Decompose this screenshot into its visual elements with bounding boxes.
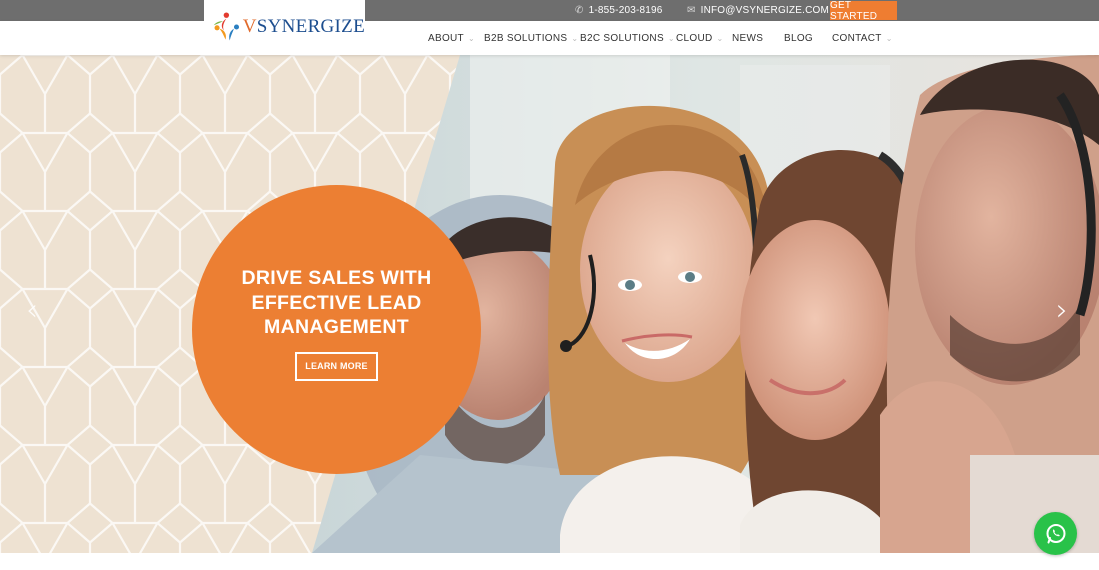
nav-about-label[interactable]: ABOUT — [428, 33, 464, 44]
nav-cloud-label[interactable]: CLOUD — [676, 33, 713, 44]
hero-slider: ‹ › DRIVE SALES WITH EFFECTIVE LEAD MANA… — [0, 55, 1099, 553]
learn-more-button[interactable]: LEARN MORE — [295, 351, 378, 381]
brand-name-text: SYNERGIZE — [256, 16, 365, 37]
email-contact[interactable]: ✉ INFO@VSYNERGIZE.COM — [687, 0, 829, 21]
nav-b2c-solutions[interactable]: B2C SOLUTIONS ⌄ — [580, 21, 675, 55]
hero-callout-circle: DRIVE SALES WITH EFFECTIVE LEAD MANAGEME… — [192, 185, 481, 474]
brand-prefix: V — [242, 16, 257, 37]
nav-b2b-label[interactable]: B2B SOLUTIONS — [484, 33, 567, 44]
nav-cloud[interactable]: CLOUD ⌄ — [676, 21, 724, 55]
people-swirl-logo-icon — [213, 12, 240, 41]
get-started-button[interactable]: GET STARTED — [830, 0, 897, 22]
brand-logo[interactable]: VSYNERGIZE — [204, 0, 365, 54]
nav-blog[interactable]: BLOG — [784, 21, 813, 55]
chevron-down-icon: ⌄ — [716, 33, 724, 43]
chevron-down-icon: ⌄ — [571, 33, 579, 43]
nav-b2c-label[interactable]: B2C SOLUTIONS — [580, 33, 664, 44]
whatsapp-icon — [1046, 523, 1065, 543]
chevron-left-icon[interactable]: ‹ — [26, 293, 38, 328]
main-navigation: ABOUT ⌄ B2B SOLUTIONS ⌄ B2C SOLUTIONS ⌄ CLO… — [0, 21, 1099, 55]
nav-b2b-solutions[interactable]: B2B SOLUTIONS ⌄ — [484, 21, 578, 55]
nav-contact-label[interactable]: CONTACT — [832, 33, 882, 44]
hero-background-image — [0, 55, 1099, 553]
chevron-right-icon[interactable]: › — [1056, 293, 1068, 328]
phone-number[interactable]: 1-855-203-8196 — [589, 5, 663, 16]
chevron-down-icon: ⌄ — [885, 33, 893, 43]
nav-news-label[interactable]: NEWS — [732, 33, 763, 44]
top-utility-bar: ✆ 1-855-203-8196 ✉ INFO@VSYNERGIZE.COM G… — [0, 0, 1099, 22]
nav-news[interactable]: NEWS — [732, 21, 763, 55]
email-address[interactable]: INFO@VSYNERGIZE.COM — [701, 5, 829, 16]
chevron-down-icon: ⌄ — [667, 33, 675, 43]
phone-icon: ✆ — [575, 5, 584, 16]
chevron-down-icon: ⌄ — [467, 33, 475, 43]
nav-blog-label[interactable]: BLOG — [784, 33, 813, 44]
nav-contact[interactable]: CONTACT ⌄ — [832, 21, 893, 55]
whatsapp-chat-button[interactable] — [1034, 512, 1077, 555]
nav-about[interactable]: ABOUT ⌄ — [428, 21, 475, 55]
mail-icon: ✉ — [687, 5, 696, 16]
phone-contact[interactable]: ✆ 1-855-203-8196 — [575, 0, 663, 21]
brand-name: VSYNERGIZE — [243, 16, 365, 38]
section-gap — [0, 553, 1099, 570]
hero-headline: DRIVE SALES WITH EFFECTIVE LEAD MANAGEME… — [241, 267, 432, 339]
